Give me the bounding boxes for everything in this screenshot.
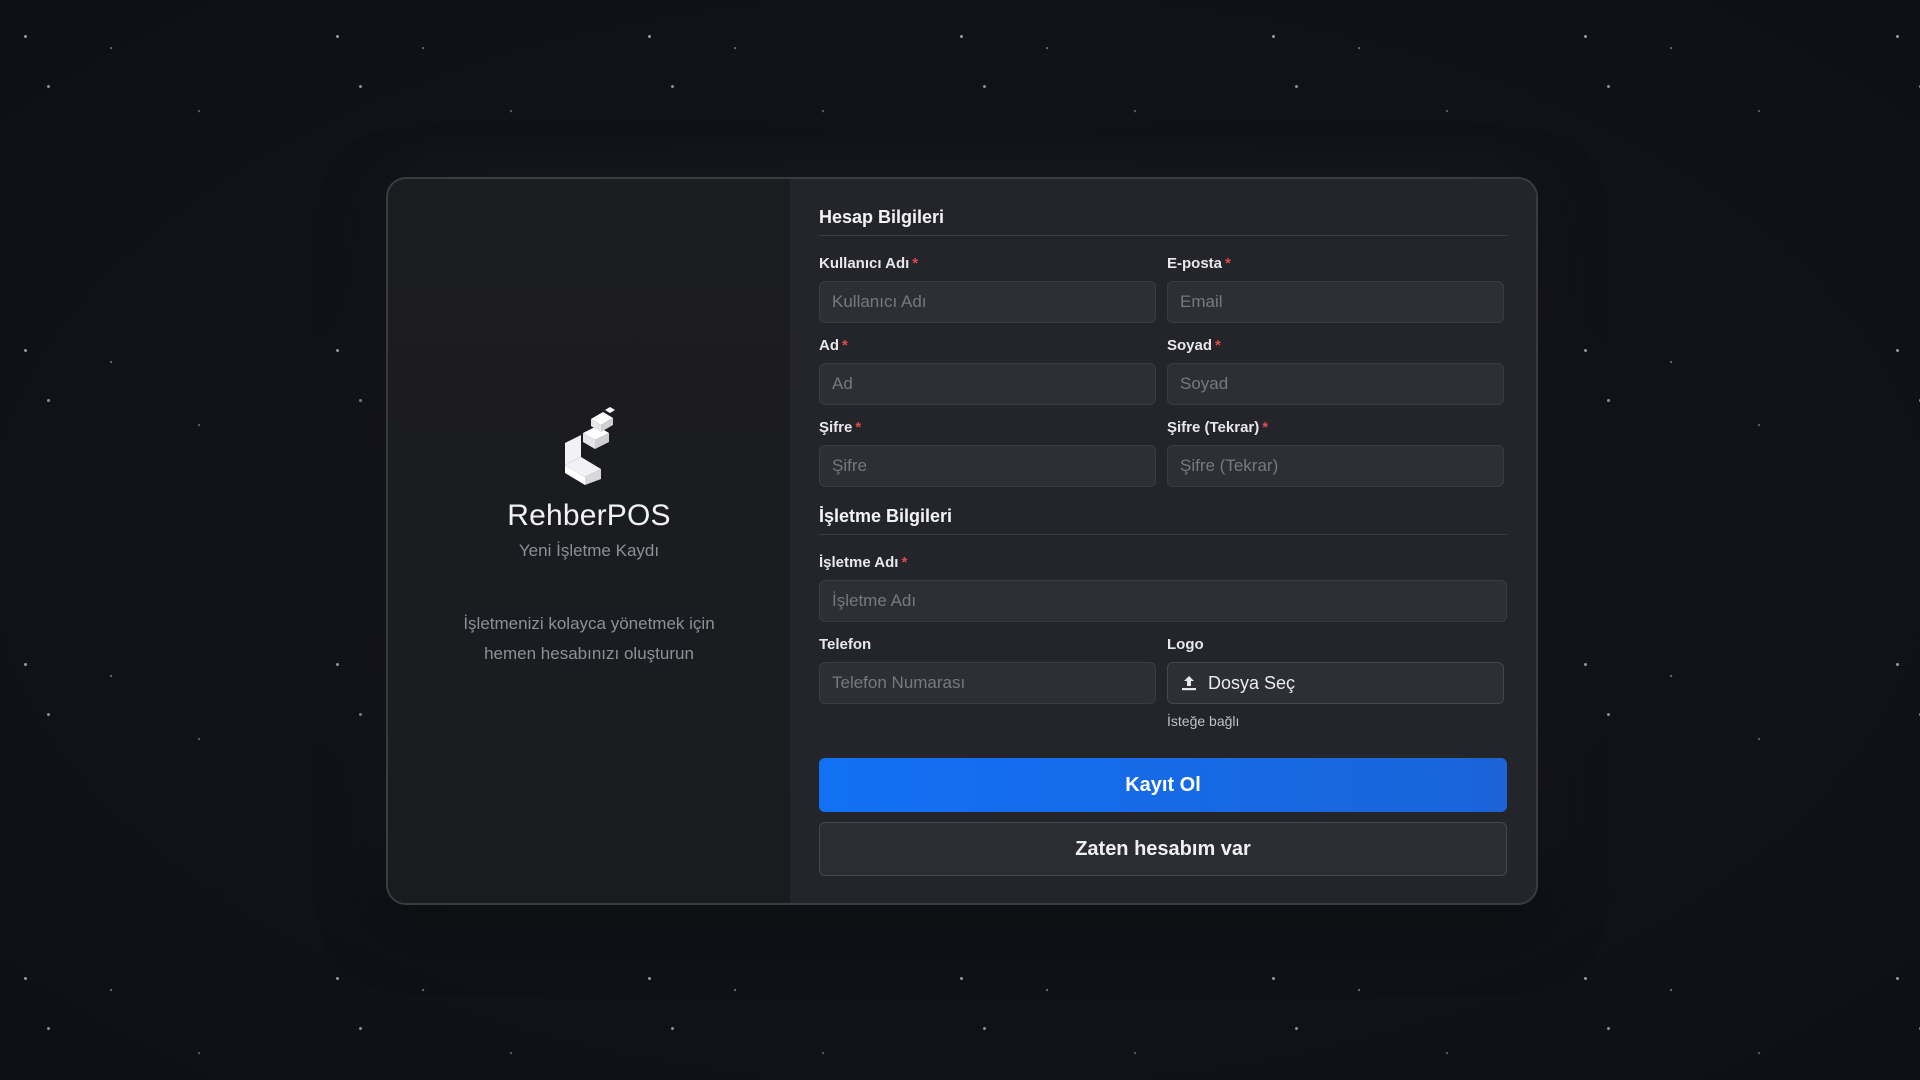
required-mark: * — [842, 337, 848, 354]
register-button[interactable]: Kayıt Ol — [819, 758, 1507, 812]
account-section-title: Hesap Bilgileri — [819, 207, 1507, 236]
last-name-field-group: Soyad * — [1167, 337, 1504, 405]
first-name-label: Ad * — [819, 337, 848, 354]
already-have-account-button[interactable]: Zaten hesabım var — [819, 822, 1507, 876]
required-mark: * — [901, 554, 908, 571]
business-name-field-group: İşletme Adı * — [819, 554, 1507, 622]
required-mark: * — [855, 419, 862, 436]
required-mark: * — [1262, 419, 1269, 436]
last-name-input[interactable] — [1167, 363, 1504, 405]
username-label: Kullanıcı Adı * — [819, 255, 919, 272]
logo-field-group: Logo Dosya Seç İsteğe bağlı — [1167, 636, 1504, 729]
phone-input[interactable] — [819, 662, 1156, 704]
registration-card: RehberPOS Yeni İşletme Kaydı İşletmenizi… — [386, 177, 1538, 905]
password-repeat-label: Şifre (Tekrar) * — [1167, 419, 1269, 436]
file-select-label: Dosya Seç — [1208, 672, 1296, 693]
phone-label: Telefon — [819, 636, 872, 653]
optional-hint: İsteğe bağlı — [1167, 713, 1240, 729]
required-mark: * — [912, 255, 919, 272]
password-label: Şifre * — [819, 419, 862, 436]
required-mark: * — [1215, 337, 1221, 354]
brand-name: RehberPOS — [507, 499, 671, 532]
username-field-group: Kullanıcı Adı * — [819, 255, 1156, 323]
email-field-group: E-posta * — [1167, 255, 1504, 323]
brand-subtitle: Yeni İşletme Kaydı — [518, 541, 660, 560]
brand-description: İşletmenizi kolayca yönetmek için hemen … — [463, 614, 715, 663]
first-name-input[interactable] — [819, 363, 1156, 405]
logo-label: Logo — [1167, 636, 1204, 653]
upload-icon — [1182, 676, 1196, 691]
phone-field-group: Telefon — [819, 636, 1156, 729]
form-panel: Hesap Bilgileri Kullanıcı Adı* E-posta* … — [790, 179, 1536, 903]
email-label: E-posta * — [1167, 255, 1231, 272]
required-mark: * — [1225, 255, 1231, 272]
password-input[interactable] — [819, 445, 1156, 487]
account-fields-grid: Kullanıcı Adı* E-posta* Ad* Soyad* Şifre… — [819, 255, 1507, 487]
stacked-blocks-logo-icon — [565, 407, 615, 485]
password-repeat-field-group: Şifre (Tekrar) * — [1167, 419, 1504, 487]
business-fields-grid: Telefon Logo Dosya Seç İsteğe bağlı — [819, 636, 1507, 729]
logo-file-select-button[interactable]: Dosya Seç — [1167, 662, 1504, 704]
business-name-input[interactable] — [819, 580, 1507, 622]
brand-panel: RehberPOS Yeni İşletme Kaydı İşletmenizi… — [388, 179, 790, 903]
business-name-label: İşletme Adı * — [819, 554, 908, 571]
email-input[interactable] — [1167, 281, 1504, 323]
first-name-field-group: Ad * — [819, 337, 1156, 405]
password-repeat-input[interactable] — [1167, 445, 1504, 487]
username-input[interactable] — [819, 281, 1156, 323]
last-name-label: Soyad * — [1167, 337, 1221, 354]
business-section-title: İşletme Bilgileri — [819, 506, 1507, 535]
password-field-group: Şifre * — [819, 419, 1156, 487]
